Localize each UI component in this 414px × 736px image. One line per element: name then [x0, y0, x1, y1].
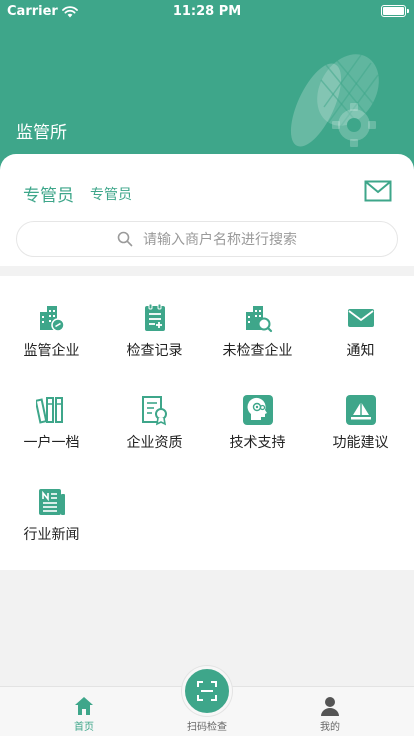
menu-label: 功能建议 [332, 435, 389, 451]
tab-home[interactable]: 首页 [15, 687, 153, 736]
scan-button[interactable] [182, 666, 232, 716]
tab-label: 扫码检查 [187, 722, 227, 733]
menu-label: 通知 [346, 343, 375, 359]
envelope-icon [347, 309, 374, 327]
menu-item-household-archive[interactable]: 一户一档 [0, 368, 103, 458]
search-placeholder: 请输入商户名称进行搜索 [143, 232, 297, 248]
menu-item-enterprise-qualification[interactable]: 企业资质 [103, 368, 206, 458]
role-label: 专管员 [23, 186, 74, 206]
menu-item-technical-support[interactable]: 技术支持 [206, 368, 309, 458]
home-icon [75, 697, 93, 715]
menu-label: 一户一档 [23, 435, 80, 451]
menu-label: 技术支持 [229, 435, 286, 451]
status-bar: Carrier 11:28 PM [0, 0, 414, 22]
support-head-icon [242, 395, 273, 425]
battery-icon [381, 5, 409, 17]
building-search-icon [245, 306, 272, 333]
header: Carrier 11:28 PM 监管所 [0, 0, 414, 175]
menu-item-supervised-enterprises[interactable]: 监管企业 [0, 276, 103, 366]
scan-icon [197, 681, 217, 701]
menu-item-notifications[interactable]: 通知 [309, 276, 412, 366]
mail-icon[interactable] [364, 180, 392, 202]
menu-label: 未检查企业 [222, 343, 293, 359]
menu-item-uninspected-enterprises[interactable]: 未检查企业 [206, 276, 309, 366]
menu-item-industry-news[interactable]: 行业新闻 [0, 460, 103, 550]
clipboard-add-icon [144, 303, 165, 331]
role-value: 专管员 [90, 187, 132, 203]
menu-label: 企业资质 [126, 435, 183, 451]
profile-card: 专管员 专管员 请输入商户名称进行搜索 [0, 154, 414, 266]
building-link-icon [39, 306, 65, 332]
certificate-icon [141, 396, 167, 426]
newspaper-icon [38, 489, 65, 515]
menu-label: 检查记录 [126, 343, 183, 359]
tab-label: 我的 [320, 722, 340, 733]
tab-profile[interactable]: 我的 [261, 687, 399, 736]
menu-label: 监管企业 [23, 343, 80, 359]
function-grid: 监管企业 检查记录 未检查企业 通知 一户一档 企业资质 技术支持 功能建议 行… [0, 276, 414, 570]
status-time: 11:28 PM [172, 4, 242, 19]
header-decoration-icon [290, 54, 379, 147]
suggestion-icon [345, 395, 376, 425]
menu-item-inspection-records[interactable]: 检查记录 [103, 276, 206, 366]
page-title: 监管所 [16, 123, 67, 143]
menu-item-feature-suggestions[interactable]: 功能建议 [309, 368, 412, 458]
binders-icon [35, 397, 63, 424]
menu-label: 行业新闻 [23, 527, 80, 543]
search-input[interactable]: 请输入商户名称进行搜索 [16, 221, 398, 257]
search-icon [117, 231, 133, 247]
tab-label: 首页 [74, 722, 94, 733]
user-icon [321, 697, 339, 716]
